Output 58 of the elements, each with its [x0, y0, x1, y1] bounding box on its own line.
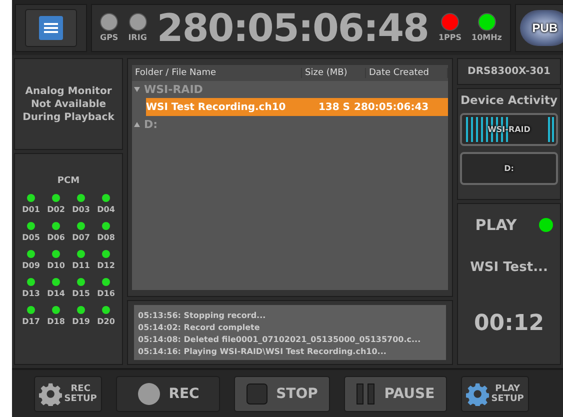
- channel-label: D06: [47, 233, 65, 242]
- column-header: Folder / File Name: [132, 68, 302, 78]
- log-line: 05:14:02: Record complete: [138, 322, 260, 334]
- file-row[interactable]: WSI Test Recording.ch10 138 S 280:05:06:43: [146, 98, 448, 116]
- file-date: 280:05:06:43: [354, 102, 430, 112]
- channel-label: D12: [97, 261, 115, 270]
- setup-button[interactable]: PLAY SETUP: [461, 376, 529, 412]
- folder-row[interactable]: WSI-RAID: [132, 81, 448, 98]
- playing-file-name: WSI Test...: [470, 260, 548, 275]
- menu-icon: [39, 16, 63, 40]
- file-name: WSI Test Recording.ch10: [146, 102, 287, 112]
- collapsed-caret-icon: [134, 122, 140, 127]
- channel-label: D03: [72, 205, 90, 214]
- channel-label: D02: [47, 205, 65, 214]
- pause-icon: [356, 382, 376, 404]
- channel-label: D04: [97, 205, 115, 214]
- log-line: 05:14:16: Playing WSI-RAID\WSI Test Recording.ch10...: [138, 346, 386, 358]
- pause-button[interactable]: PAUSE: [344, 376, 447, 412]
- column-header: Size (MB): [302, 68, 366, 78]
- device-button[interactable]: D:: [460, 152, 558, 185]
- clock-display: 280:05:06:48: [156, 6, 428, 50]
- channel-label: D09: [22, 261, 40, 270]
- file-size: 138 S: [317, 102, 351, 112]
- channel-label: D18: [47, 317, 65, 326]
- channel-label: D17: [22, 317, 40, 326]
- pcm-title: PCM: [57, 176, 80, 186]
- record-button[interactable]: REC: [116, 376, 220, 412]
- expanded-caret-icon: [134, 87, 140, 92]
- indicator-label: IRIG: [128, 33, 147, 42]
- folder-row[interactable]: D:: [132, 116, 448, 133]
- indicator-label: 1PPS: [438, 33, 462, 42]
- setup-button[interactable]: REC SETUP: [34, 376, 102, 412]
- log-line: 05:14:08: Deleted file0001_07102021_05135000_05135700.c...: [138, 334, 421, 346]
- channel-label: D14: [47, 289, 65, 298]
- analog-monitor-message: Analog Monitor Not Available During Playback: [14, 58, 123, 150]
- channel-label: D15: [72, 289, 90, 298]
- channel-label: D16: [97, 289, 115, 298]
- channel-label: D10: [47, 261, 65, 270]
- device-name: DRS8300X-301: [457, 58, 561, 85]
- indicator-label: 10MHz: [472, 33, 502, 42]
- device-activity-title: Device Activity: [460, 93, 558, 107]
- channel-label: D08: [97, 233, 115, 242]
- log-line: 05:13:56: Stopping record...: [138, 310, 266, 322]
- column-header: Date Created: [366, 68, 448, 78]
- stop-button[interactable]: STOP: [234, 376, 330, 412]
- stop-icon: [246, 382, 268, 404]
- menu-button[interactable]: [25, 8, 77, 46]
- channel-label: D11: [72, 261, 90, 270]
- channel-label: D19: [72, 317, 90, 326]
- channel-label: D05: [22, 233, 40, 242]
- channel-label: D13: [22, 289, 40, 298]
- channel-label: D20: [97, 317, 115, 326]
- indicator-label: GPS: [100, 33, 118, 42]
- channel-label: D01: [22, 205, 40, 214]
- elapsed-time: 00:12: [474, 311, 544, 336]
- play-status: PLAY: [475, 216, 517, 234]
- channel-label: D07: [72, 233, 90, 242]
- record-icon: [136, 382, 161, 406]
